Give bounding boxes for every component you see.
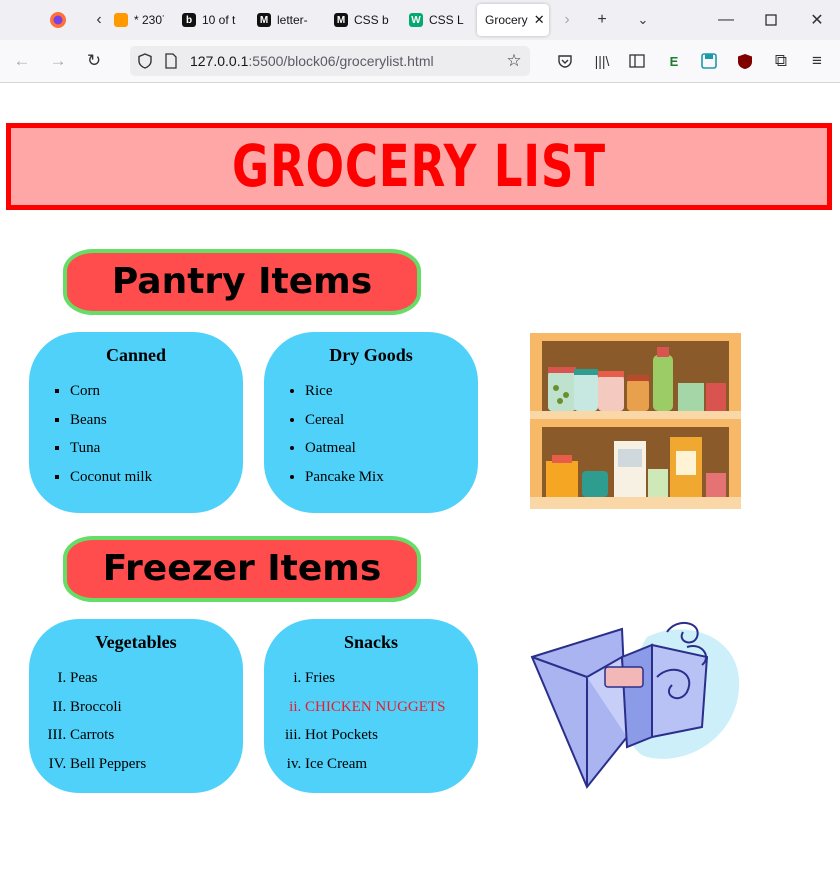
- list-item: Hot Pockets: [305, 727, 478, 756]
- tab-favicon: [114, 13, 128, 27]
- address-bar[interactable]: 127.0.0.1:5500/block06/grocerylist.html …: [130, 46, 530, 76]
- grocery-list: Corn Beans Tuna Coconut milk: [29, 383, 243, 497]
- list-item: Beans: [70, 412, 243, 441]
- tab-scroll-right-icon[interactable]: ›: [556, 9, 578, 31]
- shield-icon[interactable]: [134, 50, 156, 72]
- tab-favicon: W: [409, 13, 423, 27]
- library-icon[interactable]: |||\: [591, 50, 613, 72]
- list-item: Peas: [70, 670, 243, 699]
- section-heading-pantry: Pantry Items: [63, 249, 421, 315]
- page-title: GROCERY LIST: [232, 132, 606, 200]
- ublock-icon[interactable]: [734, 50, 756, 72]
- tab-label: 10 of t: [202, 13, 236, 27]
- tab-5[interactable]: W CSS L: [409, 4, 464, 36]
- list-item: Cereal: [305, 412, 478, 441]
- navigation-toolbar: ← → ↻ 127.0.0.1:5500/block06/grocerylist…: [0, 40, 840, 83]
- tab-label: Grocery: [485, 13, 528, 27]
- url-host: 127.0.0.1: [190, 53, 249, 69]
- section-title: Freezer Items: [102, 548, 382, 589]
- tab-2[interactable]: b 10 of t: [182, 4, 237, 36]
- tab-favicon: M: [334, 13, 348, 27]
- firefox-icon[interactable]: [47, 9, 69, 31]
- url-text[interactable]: 127.0.0.1:5500/block06/grocerylist.html: [190, 53, 434, 69]
- tab-3[interactable]: M letter-: [257, 4, 312, 36]
- tab-scroll-left-icon[interactable]: ‹: [88, 9, 110, 31]
- list-tabs-icon[interactable]: ⌄: [632, 9, 654, 31]
- list-item: Coconut milk: [70, 469, 243, 498]
- list-item: Carrots: [70, 727, 243, 756]
- sidebar-icon[interactable]: [626, 50, 648, 72]
- tab-bar: ‹ * 2307 b 10 of t M letter- M CSS b W C…: [0, 0, 840, 40]
- card-heading: Dry Goods: [329, 345, 413, 365]
- list-card-vegetables: Vegetables Peas Broccoli Carrots Bell Pe…: [29, 619, 243, 793]
- minimize-icon[interactable]: —: [715, 9, 737, 31]
- section-title: Pantry Items: [111, 261, 373, 302]
- menu-icon[interactable]: ≡: [806, 50, 828, 72]
- close-window-icon[interactable]: ✕: [806, 9, 828, 31]
- grocery-list: Fries Chicken Nuggets Hot Pockets Ice Cr…: [264, 670, 478, 784]
- card-heading: Snacks: [343, 632, 399, 652]
- list-item: Fries: [305, 670, 478, 699]
- url-path: :5500/block06/grocerylist.html: [248, 53, 434, 69]
- back-arrow-icon[interactable]: ←: [11, 50, 33, 72]
- freezer-image: [527, 617, 742, 792]
- list-card-dry-goods: Dry Goods Rice Cereal Oatmeal Pancake Mi…: [264, 332, 478, 513]
- list-card-canned: Canned Corn Beans Tuna Coconut milk: [29, 332, 243, 513]
- tab-label: letter-: [277, 13, 308, 27]
- tab-label: * 2307: [134, 13, 164, 27]
- new-tab-icon[interactable]: +: [591, 9, 613, 31]
- tab-label: CSS b: [354, 13, 389, 27]
- section-heading-freezer: Freezer Items: [63, 536, 421, 602]
- close-tab-icon[interactable]: ✕: [534, 12, 545, 28]
- page-icon[interactable]: [160, 50, 182, 72]
- extensions-icon[interactable]: ⧉: [770, 50, 792, 72]
- pantry-shelf-image: [530, 333, 741, 509]
- list-item: Bell Peppers: [70, 756, 243, 785]
- list-item: Tuna: [70, 440, 243, 469]
- list-item-highlighted: Chicken Nuggets: [305, 699, 478, 728]
- card-heading: Vegetables: [95, 632, 177, 652]
- pocket-icon[interactable]: [554, 50, 576, 72]
- grocery-list: Rice Cereal Oatmeal Pancake Mix: [264, 383, 478, 497]
- maximize-icon[interactable]: [760, 9, 782, 31]
- list-item: Ice Cream: [305, 756, 478, 785]
- forward-arrow-icon[interactable]: →: [47, 50, 69, 72]
- tab-1[interactable]: * 2307: [114, 4, 164, 36]
- reload-icon[interactable]: ↻: [83, 50, 105, 72]
- tab-4[interactable]: M CSS b: [334, 4, 389, 36]
- page-banner: GROCERY LIST: [6, 123, 832, 210]
- list-item: Oatmeal: [305, 440, 478, 469]
- evernote-extension-icon[interactable]: E: [663, 50, 685, 72]
- grocery-list: Peas Broccoli Carrots Bell Peppers: [29, 670, 243, 784]
- tab-favicon: M: [257, 13, 271, 27]
- list-item: Rice: [305, 383, 478, 412]
- list-item: Corn: [70, 383, 243, 412]
- save-extension-icon[interactable]: [698, 50, 720, 72]
- card-heading: Canned: [105, 345, 167, 365]
- list-card-snacks: Snacks Fries Chicken Nuggets Hot Pockets…: [264, 619, 478, 793]
- tab-favicon: b: [182, 13, 196, 27]
- tab-label: CSS L: [429, 13, 464, 27]
- list-item: Broccoli: [70, 699, 243, 728]
- list-item: Pancake Mix: [305, 469, 478, 498]
- tab-active[interactable]: Grocery ✕: [477, 4, 549, 36]
- bookmark-star-icon[interactable]: ☆: [503, 50, 525, 72]
